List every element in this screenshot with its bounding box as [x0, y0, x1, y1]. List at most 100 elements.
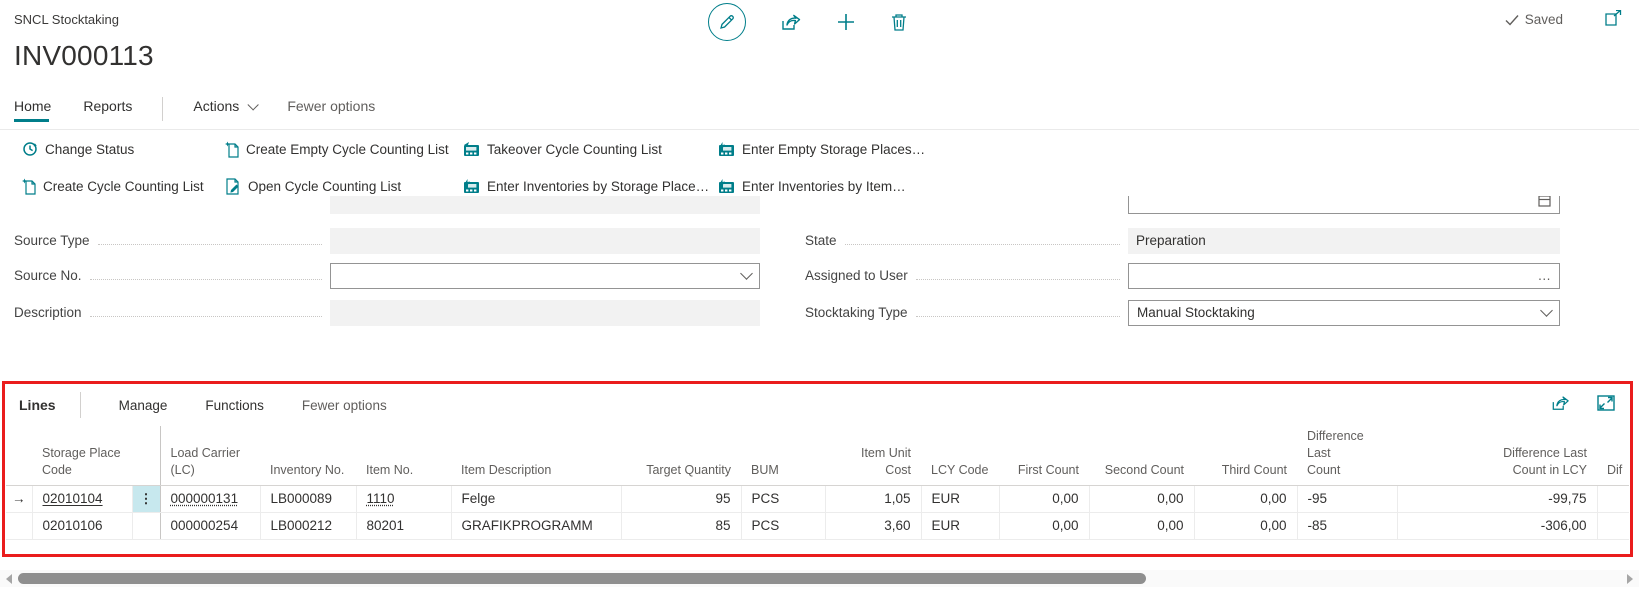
difference-last-count-lcy-cell[interactable]: -306,00 [1397, 512, 1597, 539]
difference-last-count-cell[interactable]: -85 [1297, 512, 1397, 539]
cell-menu-icon[interactable]: ⋮ [132, 485, 160, 512]
second-count-cell[interactable]: 0,00 [1089, 485, 1194, 512]
tab-actions[interactable]: Actions [181, 96, 267, 122]
bum-cell[interactable]: PCS [741, 512, 825, 539]
inventory-no-cell[interactable]: LB000212 [260, 512, 356, 539]
lcy-code-cell[interactable]: EUR [921, 512, 999, 539]
col-dif-clipped[interactable]: Dif [1597, 426, 1629, 485]
share-icon[interactable] [1550, 394, 1571, 412]
load-carrier-cell[interactable]: 000000254 [160, 512, 260, 539]
target-quantity-cell[interactable]: 95 [621, 485, 741, 512]
dotted-leader [916, 268, 1120, 280]
horizontal-scrollbar[interactable] [0, 570, 1639, 587]
storage-place-code-cell[interactable]: 02010106 [32, 512, 132, 539]
inventory-no-cell[interactable]: LB000089 [260, 485, 356, 512]
col-difference-last-count-lcy[interactable]: Difference Last Count in LCY [1397, 426, 1597, 485]
lookup-ellipsis-icon[interactable]: … [1538, 268, 1552, 283]
chevron-down-icon[interactable] [740, 267, 753, 280]
change-status-action[interactable]: Change Status [22, 138, 225, 160]
col-inventory-no[interactable]: Inventory No. [260, 426, 356, 485]
second-count-cell[interactable]: 0,00 [1089, 512, 1194, 539]
open-cycle-counting-list-action[interactable]: Open Cycle Counting List [225, 175, 463, 197]
lines-header: Lines Manage Functions Fewer options [19, 392, 401, 418]
source-no-field[interactable] [330, 263, 760, 289]
lines-menu-manage[interactable]: Manage [105, 398, 182, 413]
item-description-cell[interactable]: Felge [451, 485, 621, 512]
bum-cell[interactable]: PCS [741, 485, 825, 512]
third-count-cell[interactable]: 0,00 [1194, 485, 1297, 512]
table-row[interactable]: → 02010104 ⋮ 000000131 LB000089 1110 Fel… [6, 485, 1629, 512]
share-icon[interactable] [780, 12, 802, 32]
item-unit-cost-cell[interactable]: 3,60 [825, 512, 921, 539]
col-first-count[interactable]: First Count [999, 426, 1089, 485]
first-count-cell[interactable]: 0,00 [999, 485, 1089, 512]
scrollbar-thumb[interactable] [18, 573, 1146, 584]
col-item-no[interactable]: Item No. [356, 426, 451, 485]
chevron-down-icon[interactable] [1540, 304, 1553, 317]
focus-mode-icon[interactable] [1597, 394, 1616, 412]
tab-fewer-options[interactable]: Fewer options [275, 96, 387, 122]
scroll-left-arrow-icon[interactable] [6, 574, 12, 584]
tab-reports[interactable]: Reports [71, 96, 144, 122]
add-icon[interactable] [836, 12, 856, 32]
col-lcy-code[interactable]: LCY Code [921, 426, 999, 485]
enter-inventories-by-item-action[interactable]: Enter Inventories by Item… [718, 175, 925, 197]
state-field: Preparation [1128, 228, 1560, 254]
enter-data-icon [718, 179, 735, 194]
item-unit-cost-cell[interactable]: 1,05 [825, 485, 921, 512]
col-second-count[interactable]: Second Count [1089, 426, 1194, 485]
clipped-field-left [330, 196, 760, 214]
tab-home[interactable]: Home [14, 96, 63, 122]
saved-label: Saved [1525, 12, 1563, 27]
source-no-label: Source No. [14, 268, 82, 283]
state-label: State [805, 233, 837, 248]
col-item-description[interactable]: Item Description [451, 426, 621, 485]
col-item-unit-cost[interactable]: Item Unit Cost [825, 426, 921, 485]
difference-last-count-cell[interactable]: -95 [1297, 485, 1397, 512]
first-count-cell[interactable]: 0,00 [999, 512, 1089, 539]
lines-toolbar [1550, 394, 1616, 412]
lines-menu-functions[interactable]: Functions [191, 398, 278, 413]
col-difference-last-count[interactable]: Difference Last Count [1297, 426, 1397, 485]
stocktaking-type-field[interactable]: Manual Stocktaking [1128, 300, 1560, 326]
col-storage-place-code[interactable]: Storage Place Code [32, 426, 132, 485]
item-description-cell[interactable]: GRAFIKPROGRAMM [451, 512, 621, 539]
create-cycle-counting-list-action[interactable]: Create Cycle Counting List [22, 175, 225, 197]
scroll-right-arrow-icon[interactable] [1627, 574, 1633, 584]
tab-separator [162, 97, 163, 121]
col-third-count[interactable]: Third Count [1194, 426, 1297, 485]
new-document-icon [225, 141, 239, 158]
menu-tabstrip: Home Reports Actions Fewer options [14, 96, 387, 122]
target-quantity-cell[interactable]: 85 [621, 512, 741, 539]
difference-last-count-lcy-cell[interactable]: -99,75 [1397, 485, 1597, 512]
col-bum[interactable]: BUM [741, 426, 825, 485]
description-field [330, 300, 760, 326]
create-empty-cycle-counting-list-action[interactable]: Create Empty Cycle Counting List [225, 138, 463, 160]
enter-inventories-by-storage-place-action[interactable]: Enter Inventories by Storage Place… [463, 175, 718, 197]
col-cell-menu [132, 426, 160, 485]
lcy-code-cell[interactable]: EUR [921, 485, 999, 512]
dif-cell[interactable] [1597, 485, 1629, 512]
lines-menu-fewer-options[interactable]: Fewer options [288, 398, 401, 413]
enter-empty-storage-places-action[interactable]: Enter Empty Storage Places… [718, 138, 925, 160]
assigned-to-user-field[interactable]: … [1128, 263, 1560, 289]
col-target-quantity[interactable]: Target Quantity [621, 426, 741, 485]
top-toolbar [708, 2, 908, 42]
lines-table: Storage Place Code Load Carrier (LC) Inv… [6, 426, 1629, 540]
lines-separator [80, 392, 81, 418]
dotted-leader [98, 233, 322, 245]
edit-document-icon [225, 178, 241, 195]
new-document-icon [22, 178, 36, 195]
edit-icon[interactable] [708, 3, 746, 41]
third-count-cell[interactable]: 0,00 [1194, 512, 1297, 539]
col-load-carrier[interactable]: Load Carrier (LC) [160, 426, 260, 485]
open-in-new-window-icon[interactable] [1605, 10, 1623, 26]
delete-icon[interactable] [890, 12, 908, 32]
table-row[interactable]: 02010106 000000254 LB000212 80201 GRAFIK… [6, 512, 1629, 539]
dotted-leader [845, 233, 1120, 245]
item-no-cell[interactable]: 80201 [356, 512, 451, 539]
takeover-cycle-counting-list-action[interactable]: Takeover Cycle Counting List [463, 138, 718, 160]
page-caption: SNCL Stocktaking [14, 12, 119, 27]
dif-cell[interactable] [1597, 512, 1629, 539]
enter-data-icon [718, 142, 735, 157]
